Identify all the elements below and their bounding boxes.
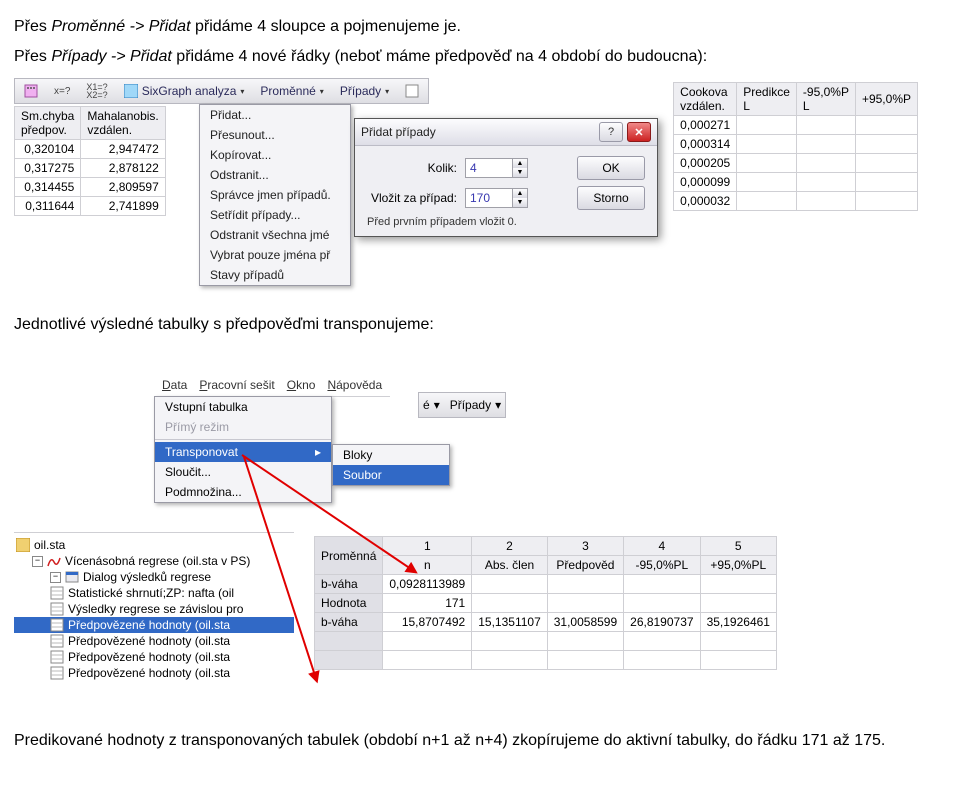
- toolbar-btn-extra[interactable]: [398, 79, 426, 103]
- dialog-pridat-pripady: Přidat případy ? ✕ Kolik: ▲▼ OK Vložit z…: [354, 118, 658, 237]
- menu-item-setridit[interactable]: Setřídit případy...: [200, 205, 350, 225]
- toolbar-dropdown-pripady[interactable]: Případy ▾: [333, 79, 396, 103]
- tree-item[interactable]: Předpovězené hodnoty (oil.sta: [14, 649, 294, 665]
- tree-item[interactable]: − Vícenásobná regrese (oil.sta v PS): [14, 553, 294, 569]
- panel-item-primy: Přímý režim: [155, 417, 331, 437]
- toolbar-dropdown-promenne[interactable]: Proměnné ▾: [253, 79, 330, 103]
- chevron-down-icon: ▾: [434, 398, 440, 412]
- tree-item-selected[interactable]: Předpovězené hodnoty (oil.sta: [14, 617, 294, 633]
- table-row: 0,000205: [674, 154, 918, 173]
- right-data-table: Cookovavzdálen. PredikceL -95,0%PL +95,0…: [673, 82, 918, 211]
- toolbar2-pripady[interactable]: Případy: [450, 398, 491, 412]
- instruction-mid: Jednotlivé výsledné tabulky s předpověďm…: [14, 316, 946, 334]
- label-vlozit: Vložit za případ:: [367, 191, 457, 205]
- col-smchyba: Sm.chybapředpov.: [15, 107, 81, 140]
- menu-item-presunout[interactable]: Přesunout...: [200, 125, 350, 145]
- table-row: [315, 651, 777, 670]
- instruction-outro: Predikované hodnoty z transponovaných ta…: [14, 732, 946, 750]
- submenu-transponovat: Bloky Soubor: [332, 444, 450, 486]
- table-row: 0,3172752,878122: [15, 159, 166, 178]
- table-row: 0,000099: [674, 173, 918, 192]
- table-row: 0,000314: [674, 135, 918, 154]
- col-plus95: +95,0%P: [855, 83, 917, 116]
- menu-item-odstranit-jmena[interactable]: Odstranit všechna jmé: [200, 225, 350, 245]
- instruction-2: Přes Případy -> Přidat přidáme 4 nové řá…: [14, 48, 946, 66]
- left-data-table: Sm.chybapředpov. Mahalanobis.vzdálen. 0,…: [14, 106, 166, 216]
- chevron-down-icon: ▾: [240, 87, 244, 96]
- table-row: 0,000032: [674, 192, 918, 211]
- toolbar-dropdown-sixgraph[interactable]: SixGraph analyza ▾: [117, 79, 252, 103]
- close-button[interactable]: ✕: [627, 122, 651, 142]
- col-predikce: PredikceL: [737, 83, 797, 116]
- menu-item-stavy[interactable]: Stavy případů: [200, 265, 350, 285]
- toolbar: x=? X1=?X2=? SixGraph analyza ▾ Proměnné…: [14, 78, 429, 104]
- lower-data-table: Proměnná 12345 nAbs. členPředpověd-95,0%…: [314, 536, 777, 670]
- menu-item-spravce[interactable]: Správce jmen případů.: [200, 185, 350, 205]
- chevron-down-icon: ▾: [495, 398, 501, 412]
- chevron-right-icon: ▸: [315, 445, 321, 459]
- stepper-kolik[interactable]: ▲▼: [513, 158, 528, 178]
- screenshot-block-2: Data Pracovní sešit Okno Nápověda Vstupn…: [14, 374, 946, 724]
- vlozit-input[interactable]: [465, 188, 513, 208]
- tree-item[interactable]: Výsledky regrese se závislou pro: [14, 601, 294, 617]
- tree-item[interactable]: − Dialog výsledků regrese: [14, 569, 294, 585]
- menu-item-pridat[interactable]: Přidat...: [200, 105, 350, 125]
- menubar: Data Pracovní sešit Okno Nápověda: [154, 374, 390, 397]
- menu-data[interactable]: Data: [162, 378, 187, 392]
- table-row: [315, 632, 777, 651]
- ok-button[interactable]: OK: [577, 156, 645, 180]
- table-row: 0,3144552,809597: [15, 178, 166, 197]
- chevron-down-icon: ▼: [513, 168, 527, 177]
- panel-item-sloucit[interactable]: Sloučit...: [155, 462, 331, 482]
- collapse-icon[interactable]: −: [50, 572, 61, 583]
- menu-item-vybrat-jmena[interactable]: Vybrat pouze jména př: [200, 245, 350, 265]
- tree-root[interactable]: oil.sta: [14, 537, 294, 553]
- table-row: 0,3116442,741899: [15, 197, 166, 216]
- tree-item[interactable]: Předpovězené hodnoty (oil.sta: [14, 665, 294, 681]
- collapse-icon[interactable]: −: [32, 556, 43, 567]
- workbook-tree: oil.sta − Vícenásobná regrese (oil.sta v…: [14, 532, 294, 681]
- help-button[interactable]: ?: [599, 122, 623, 142]
- dialog-footnote: Před prvním případem vložit 0.: [367, 216, 645, 228]
- chevron-down-icon: ▼: [513, 198, 527, 207]
- table-row: 0,000271: [674, 116, 918, 135]
- tree-item[interactable]: Předpovězené hodnoty (oil.sta: [14, 633, 294, 649]
- tree-item[interactable]: Statistické shrnutí;ZP: nafta (oil: [14, 585, 294, 601]
- chevron-up-icon: ▲: [513, 189, 527, 198]
- panel-item-vstupni[interactable]: Vstupní tabulka: [155, 397, 331, 417]
- col-mahalanobis: Mahalanobis.vzdálen.: [81, 107, 165, 140]
- toolbar-btn-xeq[interactable]: x=?: [47, 79, 77, 103]
- toolbar-btn-dotted[interactable]: [17, 79, 45, 103]
- screenshot-block-1: x=? X1=?X2=? SixGraph analyza ▾ Proměnné…: [14, 78, 946, 298]
- inp-kolik[interactable]: [465, 158, 513, 178]
- storno-button[interactable]: Storno: [577, 186, 645, 210]
- col-minus95: -95,0%PL: [796, 83, 855, 116]
- instruction-1: Přes Proměnné -> Přidat přidáme 4 sloupc…: [14, 18, 946, 36]
- col-cookova: Cookovavzdálen.: [674, 83, 737, 116]
- chevron-down-icon: ▾: [385, 87, 389, 96]
- context-menu-pripady: Přidat... Přesunout... Kopírovat... Odst…: [199, 104, 351, 286]
- table-row: b-váha 15,870749215,135110731,005859926,…: [315, 613, 777, 632]
- table-row: b-váha 0,0928113989: [315, 575, 777, 594]
- stepper-vlozit[interactable]: ▲▼: [513, 188, 528, 208]
- label-kolik: Kolik:: [367, 161, 457, 175]
- menu-pracovni-sesit[interactable]: Pracovní sešit: [199, 378, 274, 392]
- menu-napoveda[interactable]: Nápověda: [327, 378, 382, 392]
- data-menu-panel: Vstupní tabulka Přímý režim Transponovat…: [154, 396, 332, 503]
- table-row: 0,3201042,947472: [15, 140, 166, 159]
- chevron-up-icon: ▲: [513, 159, 527, 168]
- table-row: Hodnota 171: [315, 594, 777, 613]
- toolbar-btn-xneq[interactable]: X1=?X2=?: [79, 79, 114, 103]
- menu-item-kopirovat[interactable]: Kopírovat...: [200, 145, 350, 165]
- menu-item-odstranit[interactable]: Odstranit...: [200, 165, 350, 185]
- dialog-title: Přidat případy: [361, 125, 436, 139]
- toolbar-fragment: é▾ Případy▾: [418, 392, 506, 418]
- submenu-item-bloky[interactable]: Bloky: [333, 445, 449, 465]
- chevron-down-icon: ▾: [320, 87, 324, 96]
- menu-okno[interactable]: Okno: [287, 378, 316, 392]
- sixgraph-label: SixGraph analyza: [142, 84, 237, 98]
- submenu-item-soubor[interactable]: Soubor: [333, 465, 449, 485]
